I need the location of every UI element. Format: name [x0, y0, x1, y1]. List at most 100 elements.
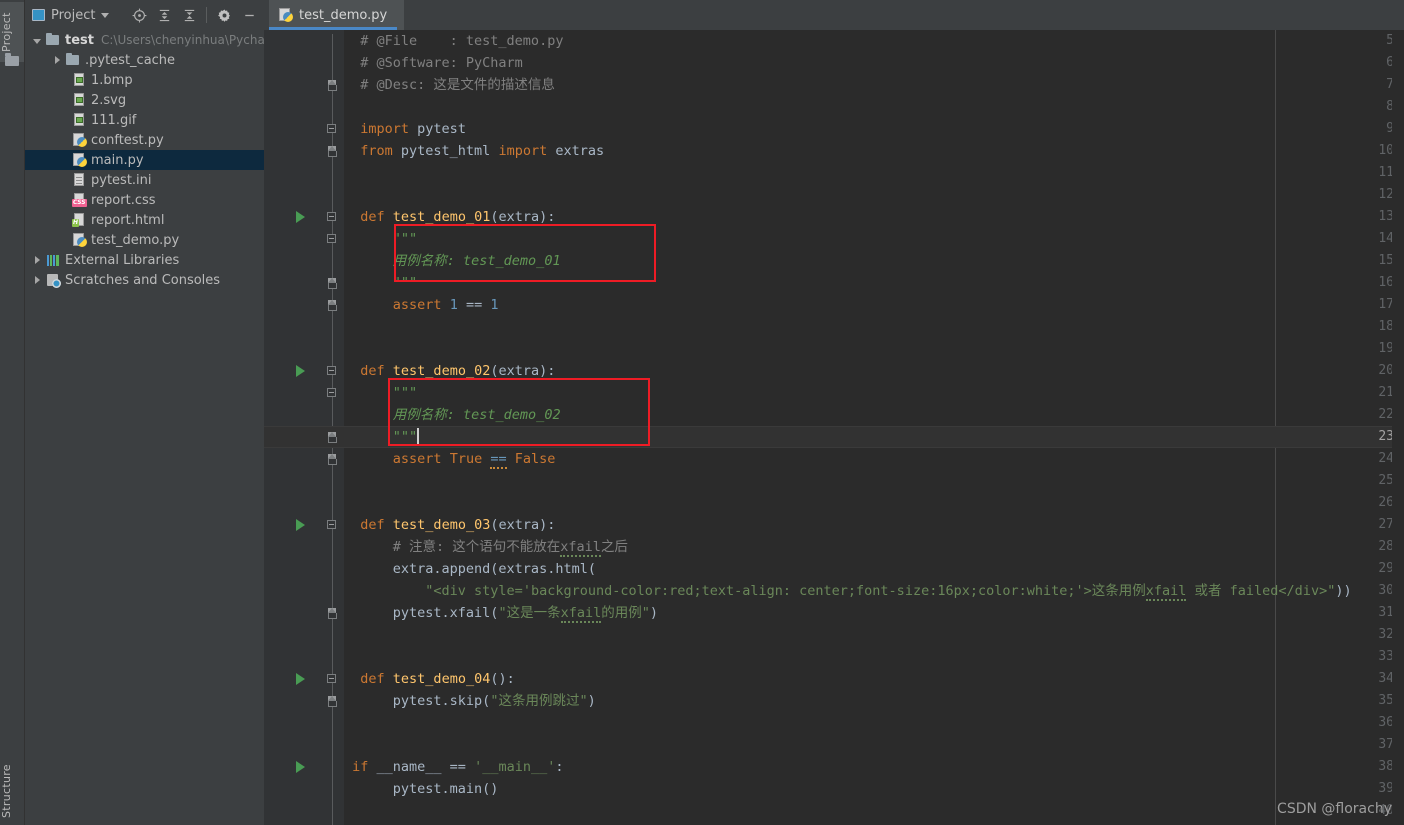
- code-token-keyword: assert: [392, 451, 442, 467]
- code-token-comment: # @Software: PyCharm: [344, 55, 523, 71]
- line-number: 26: [1378, 495, 1394, 510]
- line-number: 12: [1378, 187, 1394, 202]
- fold-marker-up[interactable]: [327, 146, 338, 157]
- collapse-all-icon[interactable]: [178, 4, 200, 26]
- tree-item-label: External Libraries: [65, 252, 180, 268]
- locate-target-icon[interactable]: [128, 4, 150, 26]
- fold-marker-up[interactable]: [327, 300, 338, 311]
- code-token-keyword: def: [360, 209, 385, 225]
- fold-marker-up[interactable]: [327, 696, 338, 707]
- code-line: def test_demo_01(extra):: [360, 209, 556, 225]
- tool-tab-structure[interactable]: Structure: [0, 759, 24, 823]
- code-editor[interactable]: # @File : test_demo.py # @Software: PyCh…: [264, 30, 1404, 825]
- editor-scrollbar[interactable]: [1392, 30, 1404, 825]
- code-line: # @Desc: 这是文件的描述信息: [344, 74, 555, 96]
- tree-row-111gif[interactable]: 111.gif: [24, 110, 264, 130]
- run-test-marker[interactable]: [296, 211, 305, 223]
- line-number: 35: [1378, 693, 1394, 708]
- fold-marker-up[interactable]: [327, 278, 338, 289]
- scratches-icon: [45, 272, 61, 288]
- code-token-function: test_demo_04: [392, 671, 491, 687]
- tree-row-pytest-ini[interactable]: pytest.ini: [24, 170, 264, 190]
- code-token-docstring: """: [392, 275, 418, 291]
- code-token-comment: 之后: [600, 539, 628, 555]
- fold-marker-up[interactable]: [327, 454, 338, 465]
- fold-marker[interactable]: [327, 674, 338, 685]
- fold-marker-up[interactable]: [327, 608, 338, 619]
- tree-row-2svg[interactable]: 2.svg: [24, 90, 264, 110]
- tree-row-main-py[interactable]: main.py: [24, 150, 264, 170]
- editor-tab-test-demo-py[interactable]: test_demo.py close-icon: [269, 0, 405, 30]
- fold-marker-up[interactable]: [327, 432, 338, 443]
- code-token-string: 或者 failed</div>": [1186, 583, 1336, 599]
- code-line: # 注意: 这个语句不能放在xfail之后: [344, 536, 628, 558]
- fold-marker[interactable]: [327, 388, 338, 399]
- tree-row-scratches-consoles[interactable]: Scratches and Consoles: [24, 270, 264, 290]
- code-token-number: 1: [449, 297, 458, 313]
- tree-item-label: 2.svg: [91, 92, 127, 108]
- tree-row-pytest-cache[interactable]: .pytest_cache: [24, 50, 264, 70]
- fold-marker[interactable]: [327, 234, 338, 245]
- tree-row-conftest-py[interactable]: conftest.py: [24, 130, 264, 150]
- code-token-keyword: def: [360, 671, 385, 687]
- chevron-right-icon[interactable]: [30, 273, 44, 288]
- code-line: """: [344, 228, 417, 250]
- libraries-icon: [45, 252, 61, 268]
- code-token-docstring: 用例名称: test_demo_01: [392, 253, 561, 269]
- hide-panel-icon[interactable]: [238, 4, 260, 26]
- code-token-string: "这是一条: [498, 605, 561, 621]
- tree-item-label: 111.gif: [91, 112, 137, 128]
- code-line: assert True == False: [344, 448, 555, 470]
- code-token-function: test_demo_03: [392, 517, 491, 533]
- code-token-string: 的用例": [601, 605, 650, 621]
- toolbar-divider: [206, 7, 207, 23]
- tree-row-report-css[interactable]: CSS report.css: [24, 190, 264, 210]
- code-line: import pytest: [360, 121, 466, 137]
- code-text-pane[interactable]: # @File : test_demo.py # @Software: PyCh…: [344, 30, 1404, 825]
- chevron-down-icon[interactable]: [101, 12, 110, 18]
- code-line: """: [344, 382, 417, 404]
- line-number: 31: [1378, 605, 1394, 620]
- fold-marker[interactable]: [327, 124, 338, 135]
- line-number: 5: [1386, 33, 1394, 48]
- tool-tab-project[interactable]: Project: [0, 2, 24, 62]
- code-token-keyword: from: [360, 143, 393, 159]
- ini-file-icon: [71, 172, 87, 188]
- line-number: 25: [1378, 473, 1394, 488]
- fold-marker-up[interactable]: [327, 80, 338, 91]
- code-line: def test_demo_02(extra):: [360, 363, 556, 379]
- chevron-right-icon[interactable]: [50, 53, 64, 68]
- fold-marker[interactable]: [327, 520, 338, 531]
- line-number: 20: [1378, 363, 1394, 378]
- run-test-marker[interactable]: [296, 761, 305, 773]
- line-number: 9: [1386, 121, 1394, 136]
- tree-item-label: main.py: [91, 152, 144, 168]
- tree-row-test-demo-py[interactable]: test_demo.py: [24, 230, 264, 250]
- run-test-marker[interactable]: [296, 519, 305, 531]
- code-token-keyword: def: [360, 363, 385, 379]
- tree-row-1bmp[interactable]: 1.bmp: [24, 70, 264, 90]
- chevron-down-icon[interactable]: [30, 33, 44, 48]
- tree-row-report-html[interactable]: H report.html: [24, 210, 264, 230]
- run-test-marker[interactable]: [296, 673, 305, 685]
- editor-tab-bar: test_demo.py close-icon: [264, 0, 1404, 30]
- project-tree[interactable]: test C:\Users\chenyinhua\Pycharm .pytest…: [24, 30, 264, 825]
- line-number: 36: [1378, 715, 1394, 730]
- tree-row-external-libraries[interactable]: External Libraries: [24, 250, 264, 270]
- line-number: 14: [1378, 231, 1394, 246]
- project-panel-title-group[interactable]: Project: [28, 8, 110, 23]
- code-line: def test_demo_03(extra):: [360, 517, 556, 533]
- tree-item-label: .pytest_cache: [85, 52, 176, 68]
- fold-marker[interactable]: [327, 366, 338, 377]
- code-token-keyword: assert: [392, 297, 442, 313]
- expand-all-icon[interactable]: [153, 4, 175, 26]
- chevron-right-icon[interactable]: [30, 253, 44, 268]
- fold-marker[interactable]: [327, 212, 338, 223]
- run-test-marker[interactable]: [296, 365, 305, 377]
- code-line: """: [344, 426, 420, 448]
- line-number: 16: [1378, 275, 1394, 290]
- line-number-current: 23: [1378, 429, 1394, 444]
- tree-row-root[interactable]: test C:\Users\chenyinhua\Pycharm: [24, 30, 264, 50]
- project-panel-toolbar: [128, 4, 260, 26]
- settings-gear-icon[interactable]: [213, 4, 235, 26]
